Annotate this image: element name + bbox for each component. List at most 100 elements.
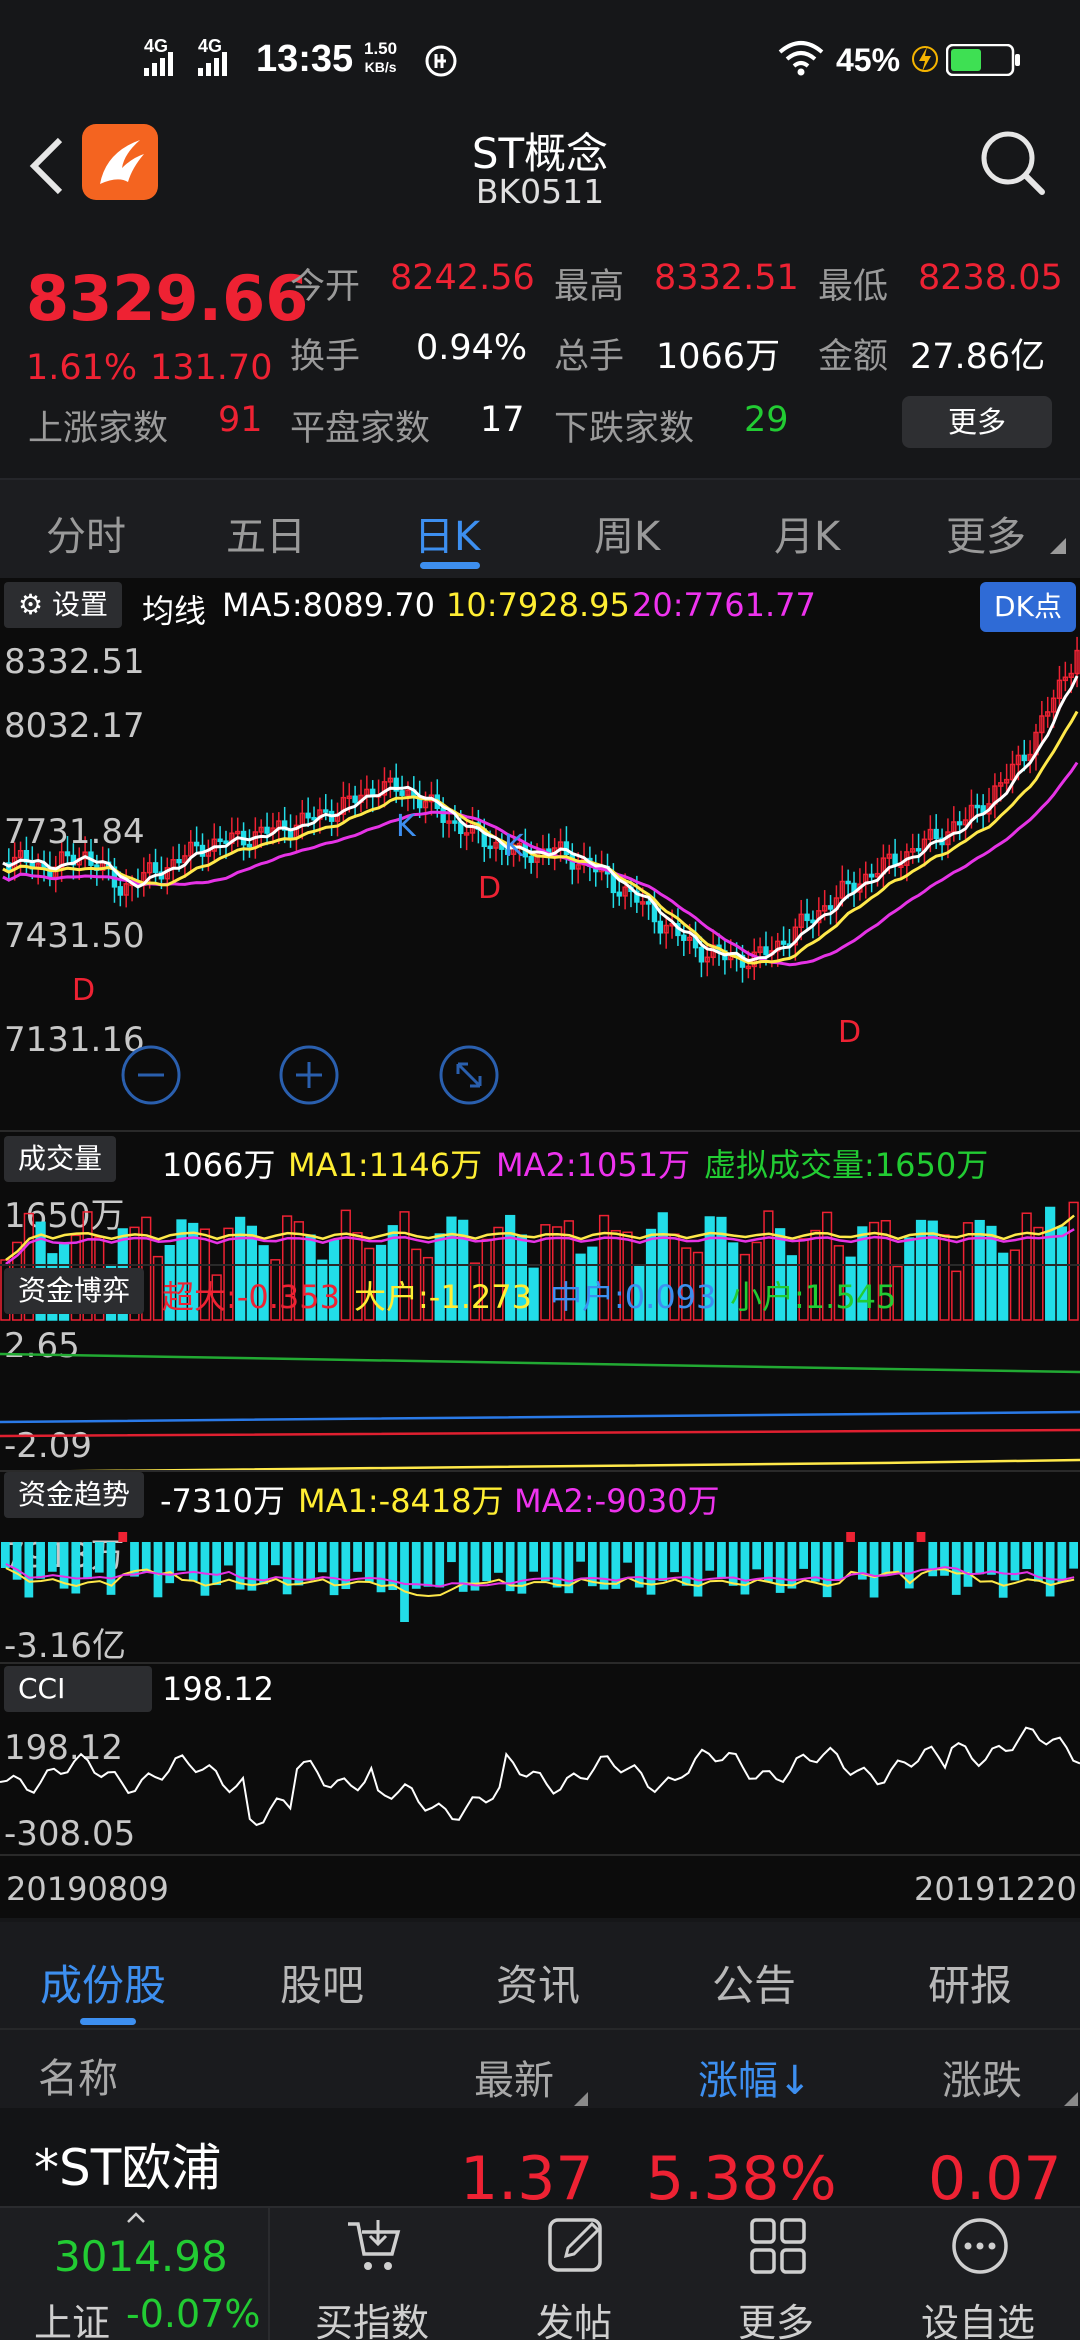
column-name: 名称 — [38, 2056, 118, 2102]
trend-bar — [623, 1542, 632, 1563]
trend-bar — [177, 1542, 186, 1571]
trend-bar — [329, 1542, 339, 1596]
tab-monthly-k[interactable]: 月K — [774, 504, 840, 562]
candle-body — [956, 821, 963, 826]
sort-corner-icon — [574, 2092, 588, 2106]
candle-body — [616, 891, 622, 897]
kline-axis-label: 7731.84 — [4, 812, 145, 852]
trend-bar — [141, 1542, 151, 1572]
current-price: 8329.66 — [26, 262, 309, 335]
trend-bar — [200, 1542, 210, 1596]
settings-button[interactable]: ⚙ 设置 — [4, 582, 123, 628]
constituents-table-header: 名称 最新 涨幅↓ 涨跌 — [0, 2028, 1080, 2108]
candle-body — [1021, 754, 1027, 762]
volume-bar — [939, 1234, 950, 1321]
gear-icon: ⚙ — [18, 588, 44, 621]
trend-bar — [552, 1542, 562, 1588]
candle-body — [933, 828, 939, 840]
cci-value: 198.12 — [162, 1670, 274, 1708]
trend-bar — [529, 1542, 538, 1572]
trend-bar — [681, 1542, 691, 1586]
trend-bar — [259, 1542, 268, 1585]
search-icon[interactable] — [978, 128, 1048, 198]
index-ticker[interactable]: 3014.98 上证 -0.07% — [0, 2208, 270, 2340]
trend-bar — [1069, 1542, 1078, 1569]
trend-bar — [411, 1542, 421, 1589]
trend-bar — [541, 1542, 550, 1582]
column-change-pct[interactable]: 涨幅↓ — [698, 2048, 812, 2106]
edit-icon — [548, 2218, 602, 2272]
candle-body — [845, 880, 851, 885]
buy-index-button[interactable]: 买指数 — [272, 2208, 472, 2340]
tab-weekly-k[interactable]: 周K — [594, 504, 660, 562]
amount-value: 27.86亿 — [910, 337, 1046, 377]
fullscreen-icon[interactable] — [438, 1044, 500, 1106]
trend-bar — [717, 1542, 726, 1579]
trend-bar — [341, 1542, 351, 1590]
candle-body — [763, 946, 769, 956]
zoom-out-icon[interactable] — [120, 1044, 182, 1106]
trend-bar — [118, 1532, 128, 1542]
tab-forum[interactable]: 股吧 — [280, 1952, 364, 2013]
sector-code: BK0511 — [475, 172, 605, 211]
high-label: 最高 — [554, 267, 625, 307]
trend-bar — [916, 1532, 926, 1542]
fund-trend-indicator-button[interactable]: 资金趋势 — [4, 1472, 145, 1518]
tab-research[interactable]: 研报 — [928, 1952, 1012, 2013]
candle-body — [487, 845, 493, 850]
dk-point-button[interactable]: DK点 — [980, 582, 1076, 632]
fund-game-indicator-button[interactable]: 资金博弈 — [4, 1268, 145, 1314]
table-row[interactable]: *ST欧浦 1.37 5.38% 0.07 — [0, 2108, 1080, 2220]
divider — [0, 1854, 1080, 1856]
tab-daily-k[interactable]: 日K — [414, 504, 480, 562]
cci-indicator-button[interactable]: CCI — [4, 1666, 152, 1712]
candle-body — [152, 862, 159, 873]
trend-bar — [975, 1542, 985, 1575]
trend-bar — [670, 1542, 679, 1573]
more-nav-button[interactable]: 更多 — [676, 2208, 876, 2340]
trend-bar — [106, 1542, 116, 1595]
column-change[interactable]: 涨跌 — [942, 2048, 1022, 2106]
volume-bar — [915, 1219, 927, 1321]
add-watchlist-button[interactable]: 设自选 — [878, 2208, 1078, 2340]
trend-bar — [811, 1542, 820, 1582]
vpn-icon — [425, 45, 457, 77]
volume-indicator-button[interactable]: 成交量 — [4, 1136, 117, 1182]
tab-announcements[interactable]: 公告 — [712, 1952, 796, 2013]
volume-ma1: MA1:1146万 — [288, 1146, 483, 1184]
tab-constituents[interactable]: 成份股 — [40, 1952, 166, 2013]
trend-bar — [834, 1542, 844, 1580]
trend-bar — [587, 1542, 597, 1587]
sort-corner-icon — [1064, 2092, 1078, 2106]
post-button[interactable]: 发帖 — [474, 2208, 674, 2340]
column-latest[interactable]: 最新 — [474, 2048, 554, 2106]
ma5-value: MA5:8089.70 — [222, 586, 435, 624]
chevron-up-icon — [127, 2212, 145, 2223]
net-speed-value: 1.50 — [364, 39, 398, 58]
tab-news[interactable]: 资讯 — [496, 1952, 580, 2013]
tab-five-day[interactable]: 五日 — [226, 504, 306, 562]
trend-bar — [764, 1542, 773, 1582]
virtual-volume: 虚拟成交量:1650万 — [704, 1146, 989, 1184]
volume-bar — [1009, 1249, 1021, 1321]
d-marker: D — [72, 973, 95, 1008]
trend-bar — [752, 1542, 762, 1570]
down-count-label: 下跌家数 — [554, 409, 695, 449]
candle-body — [780, 940, 787, 945]
trend-bar — [1057, 1542, 1067, 1583]
more-nav-label: 更多 — [737, 2301, 814, 2340]
trend-bar — [705, 1542, 715, 1571]
more-quote-button[interactable]: 更多 — [902, 396, 1052, 448]
tab-more[interactable]: 更多 — [946, 504, 1026, 562]
k-marker: K — [396, 809, 417, 844]
zoom-in-icon[interactable] — [278, 1044, 340, 1106]
candle-body — [868, 873, 875, 878]
ma20-value: 20:7761.77 — [632, 586, 816, 624]
tab-intraday[interactable]: 分时 — [46, 504, 126, 562]
kline-axis-label: 8332.51 — [4, 642, 145, 682]
divider — [0, 1662, 1080, 1664]
candle-body — [217, 838, 223, 843]
low-label: 最低 — [818, 267, 889, 307]
divider — [0, 1470, 1080, 1472]
trend-bar — [963, 1542, 973, 1587]
